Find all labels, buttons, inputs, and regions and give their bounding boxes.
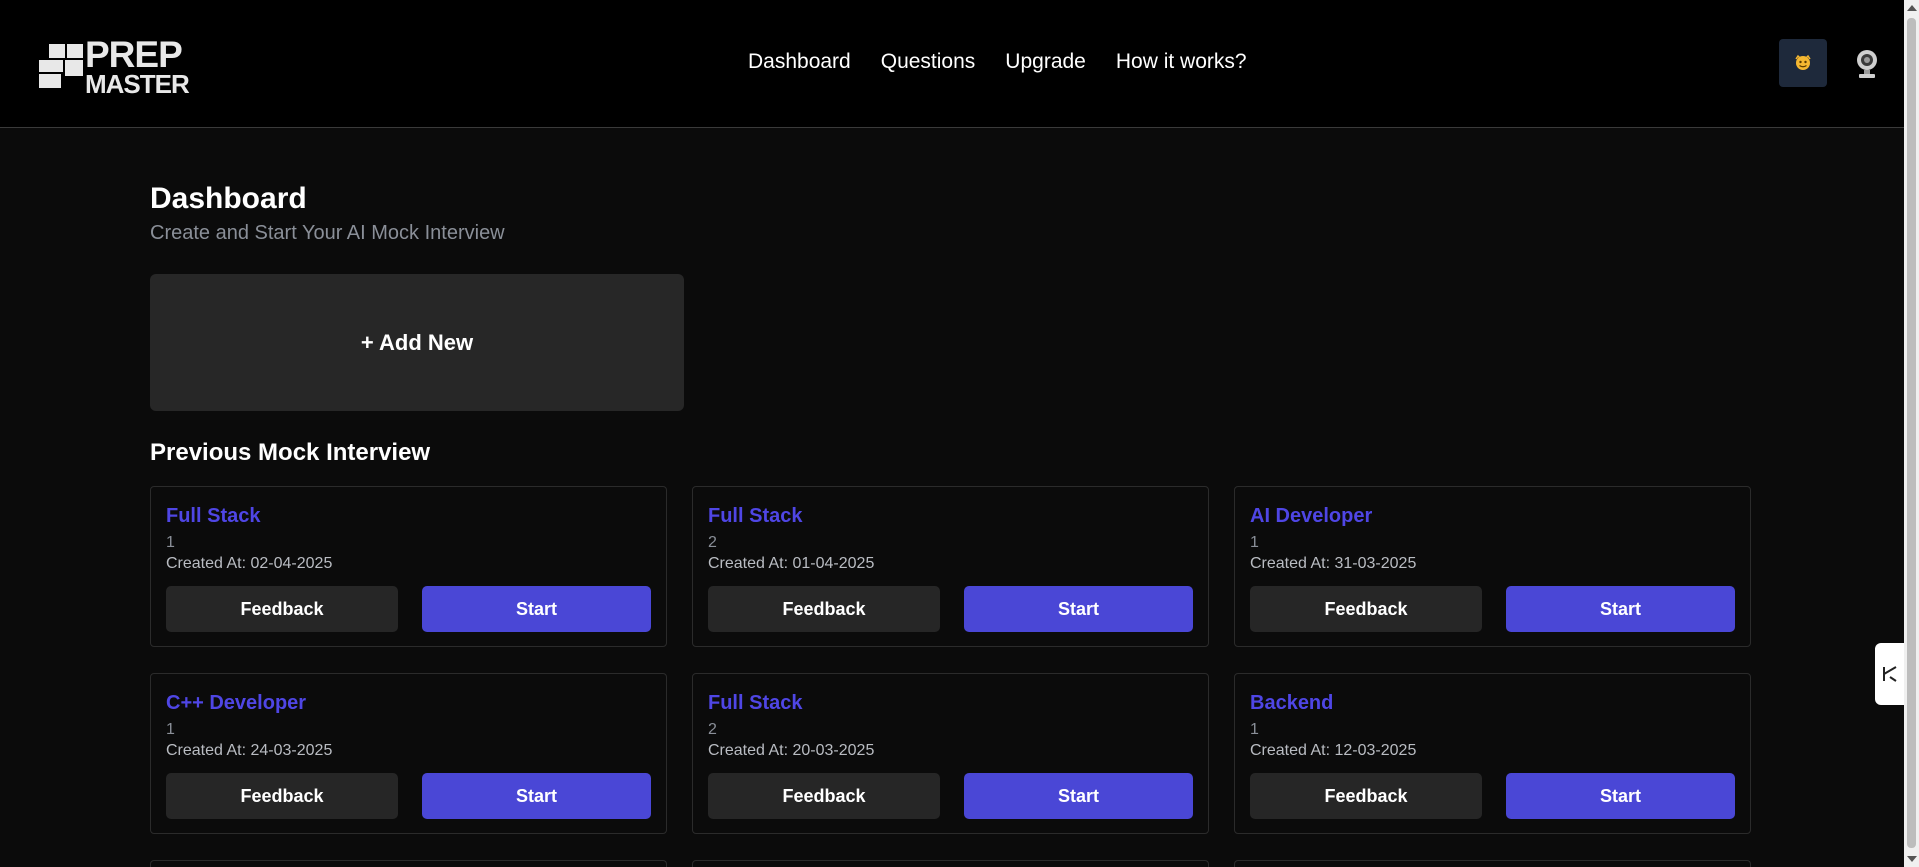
interview-experience: 1: [1250, 721, 1259, 738]
start-button[interactable]: Start: [1506, 586, 1735, 632]
side-widget-button[interactable]: [1875, 643, 1905, 705]
interview-card: Full Stack 2 Created At: 01-04-2025 Feed…: [692, 486, 1209, 647]
user-avatar-icon: [1795, 54, 1811, 70]
feedback-button[interactable]: Feedback: [708, 586, 940, 632]
side-widget-icon: [1883, 666, 1897, 682]
add-new-label: + Add New: [360, 329, 474, 355]
nav-upgrade[interactable]: Upgrade: [1005, 50, 1086, 74]
card-actions: Feedback Start: [166, 586, 651, 632]
top-header: PREP MASTER Dashboard Questions Upgrade …: [0, 0, 1904, 128]
interview-role: Full Stack: [166, 505, 261, 527]
scroll-down-icon[interactable]: [1907, 856, 1917, 862]
interview-card-partial: [1234, 860, 1751, 867]
page-subtitle: Create and Start Your AI Mock Interview: [150, 222, 505, 244]
interview-role: AI Developer: [1250, 505, 1373, 527]
webcam-icon[interactable]: [1853, 48, 1881, 80]
nav-how-it-works[interactable]: How it works?: [1116, 50, 1247, 74]
interview-card: C++ Developer 1 Created At: 24-03-2025 F…: [150, 673, 667, 834]
interview-created-date: Created At: 12-03-2025: [1250, 742, 1417, 759]
card-actions: Feedback Start: [1250, 586, 1735, 632]
logo-line-2: MASTER: [85, 69, 190, 99]
nav-questions[interactable]: Questions: [881, 50, 976, 74]
interview-created-date: Created At: 31-03-2025: [1250, 555, 1417, 572]
interview-created-date: Created At: 20-03-2025: [708, 742, 875, 759]
interview-experience: 1: [166, 721, 175, 738]
start-button[interactable]: Start: [422, 773, 651, 819]
card-actions: Feedback Start: [708, 586, 1193, 632]
logo-line-1: PREP: [85, 34, 183, 75]
scrollbar-thumb[interactable]: [1907, 18, 1916, 848]
feedback-button[interactable]: Feedback: [1250, 773, 1482, 819]
start-button[interactable]: Start: [422, 586, 651, 632]
interview-created-date: Created At: 01-04-2025: [708, 555, 875, 572]
interview-card: Backend 1 Created At: 12-03-2025 Feedbac…: [1234, 673, 1751, 834]
card-actions: Feedback Start: [1250, 773, 1735, 819]
interview-role: C++ Developer: [166, 692, 307, 714]
card-actions: Feedback Start: [708, 773, 1193, 819]
interview-card: AI Developer 1 Created At: 31-03-2025 Fe…: [1234, 486, 1751, 647]
feedback-button[interactable]: Feedback: [166, 773, 398, 819]
interview-experience: 1: [1250, 534, 1259, 551]
feedback-button[interactable]: Feedback: [708, 773, 940, 819]
scroll-up-icon[interactable]: [1907, 5, 1917, 11]
interview-card-partial: [150, 860, 667, 867]
user-avatar-button[interactable]: [1779, 39, 1827, 87]
interview-role: Backend: [1250, 692, 1334, 714]
add-new-interview-button[interactable]: + Add New: [150, 274, 684, 411]
feedback-button[interactable]: Feedback: [1250, 586, 1482, 632]
main-nav: Dashboard Questions Upgrade How it works…: [748, 50, 1247, 74]
interview-created-date: Created At: 02-04-2025: [166, 555, 333, 572]
previous-interviews-heading: Previous Mock Interview: [150, 439, 431, 466]
interview-card-grid: Full Stack 1 Created At: 02-04-2025 Feed…: [150, 486, 1752, 867]
prepmaster-logo[interactable]: PREP MASTER: [39, 34, 199, 99]
interview-experience: 1: [166, 534, 175, 551]
interview-card: Full Stack 2 Created At: 20-03-2025 Feed…: [692, 673, 1209, 834]
logo-wordmark: PREP MASTER: [85, 34, 190, 99]
page-scrollbar[interactable]: [1904, 0, 1919, 867]
interview-card: Full Stack 1 Created At: 02-04-2025 Feed…: [150, 486, 667, 647]
feedback-button[interactable]: Feedback: [166, 586, 398, 632]
interview-experience: 2: [708, 721, 717, 738]
card-actions: Feedback Start: [166, 773, 651, 819]
interview-card-partial: [692, 860, 1209, 867]
interview-role: Full Stack: [708, 692, 803, 714]
start-button[interactable]: Start: [964, 586, 1193, 632]
start-button[interactable]: Start: [964, 773, 1193, 819]
logo-blocks-icon: [39, 44, 83, 88]
page-title: Dashboard: [150, 182, 307, 215]
interview-created-date: Created At: 24-03-2025: [166, 742, 333, 759]
interview-role: Full Stack: [708, 505, 803, 527]
start-button[interactable]: Start: [1506, 773, 1735, 819]
nav-dashboard[interactable]: Dashboard: [748, 50, 851, 74]
interview-experience: 2: [708, 534, 717, 551]
